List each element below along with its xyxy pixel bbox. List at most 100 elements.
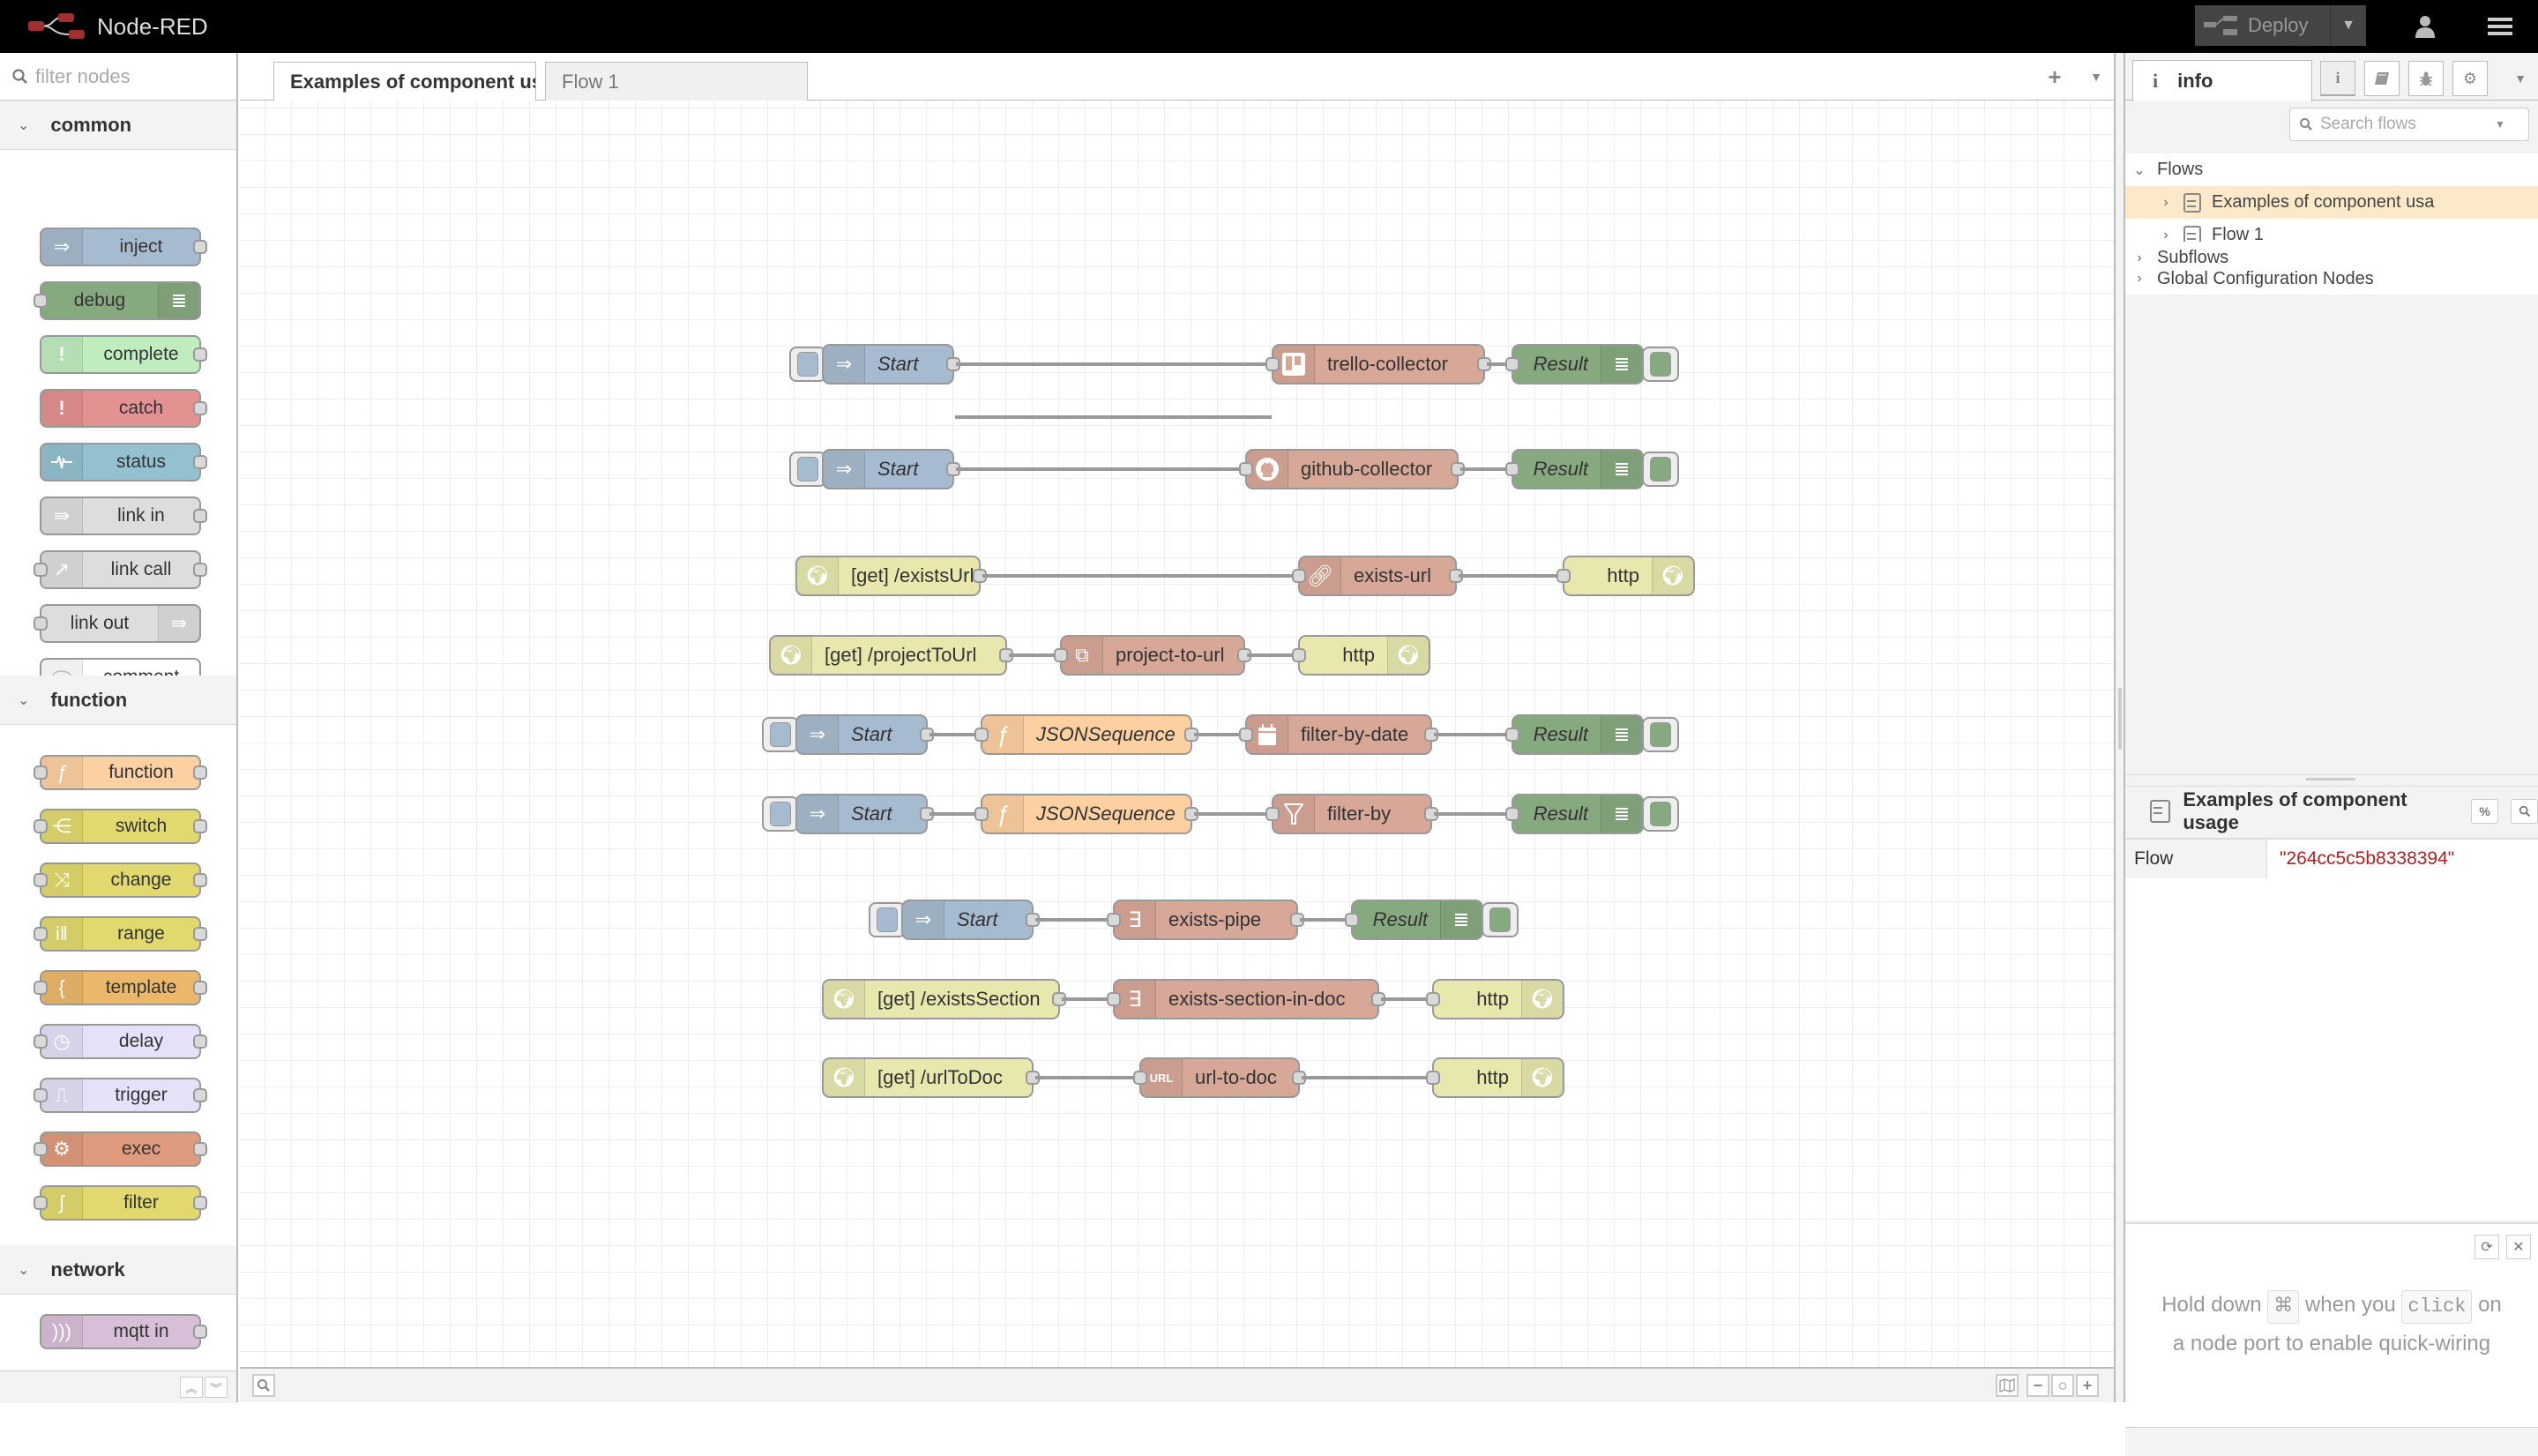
- sidebar-tab-info[interactable]: i info: [2132, 60, 2312, 101]
- inject-trigger-button[interactable]: [789, 452, 826, 487]
- input-port[interactable]: [1505, 807, 1519, 821]
- tree-item-flow[interactable]: › Examples of component usa: [2125, 186, 2538, 219]
- palette-node-switch[interactable]: ⋲ switch: [34, 809, 207, 844]
- tab-flow-1[interactable]: Flow 1: [545, 62, 808, 101]
- palette-node-template[interactable]: { template: [34, 970, 207, 1005]
- flow-node-result[interactable]: Result ≣: [1505, 714, 1644, 755]
- palette-node-trigger[interactable]: ⎍ trigger: [34, 1078, 207, 1113]
- palette-node-delay[interactable]: ◷ delay: [34, 1024, 207, 1059]
- search-flows-input[interactable]: [2318, 114, 2489, 135]
- palette-node-link-call[interactable]: ↗ link call: [34, 550, 207, 589]
- resize-grip[interactable]: [2306, 778, 2355, 780]
- navigator-map-icon[interactable]: [1996, 1374, 2019, 1397]
- flow-node-start[interactable]: ⇒ Start: [822, 344, 960, 385]
- palette-category-network[interactable]: ⌄ network: [0, 1245, 236, 1295]
- flow-node-start[interactable]: ⇒ Start: [901, 900, 1040, 940]
- zoom-in-icon[interactable]: +: [2076, 1374, 2099, 1397]
- flow-node-start[interactable]: ⇒ Start: [795, 714, 934, 755]
- input-port[interactable]: [1292, 569, 1306, 583]
- zoom-out-icon[interactable]: −: [2027, 1374, 2049, 1397]
- flow-node-result[interactable]: Result ≣: [1505, 449, 1644, 489]
- flow-node-http-in-urltodoc[interactable]: 🌍︎ [get] /urlToDoc: [822, 1057, 1040, 1098]
- palette-node-range[interactable]: i‖ range: [34, 916, 207, 952]
- chevron-right-icon[interactable]: ›: [2131, 271, 2148, 287]
- tab-examples-of-component-usage[interactable]: Examples of component usa: [273, 62, 536, 101]
- tree-item-flows[interactable]: ⌄ Flows: [2125, 153, 2538, 186]
- wire[interactable]: [1245, 415, 1272, 419]
- flow-node-start[interactable]: ⇒ Start: [795, 794, 934, 834]
- palette-node-change[interactable]: ⤨ change: [34, 862, 207, 898]
- debug-toggle-button[interactable]: [1642, 717, 1679, 752]
- flow-node-jsonsequence[interactable]: ƒ JSONSequence: [974, 714, 1198, 755]
- gear-icon[interactable]: ⚙: [2452, 61, 2488, 96]
- flow-node-project-to-url[interactable]: ⧉ project-to-url: [1054, 635, 1251, 676]
- chevron-down-icon[interactable]: ⌄: [2131, 161, 2148, 179]
- palette-node-exec[interactable]: ⚙ exec: [34, 1131, 207, 1167]
- input-port[interactable]: [1505, 728, 1519, 742]
- wire[interactable]: [982, 574, 1300, 578]
- wire[interactable]: [1434, 733, 1513, 736]
- palette-node-debug[interactable]: debug ≣: [34, 281, 201, 320]
- link-icon[interactable]: %: [2471, 799, 2499, 824]
- palette-category-function[interactable]: ⌄ function: [0, 676, 236, 725]
- tree-item-global-config[interactable]: › Global Configuration Nodes: [2125, 263, 2538, 295]
- chevron-right-icon[interactable]: ›: [2157, 195, 2175, 211]
- input-port[interactable]: [1505, 462, 1519, 476]
- add-flow-plus-icon[interactable]: +: [2039, 63, 2071, 90]
- input-port[interactable]: [974, 728, 989, 742]
- palette-filter-input[interactable]: [34, 63, 213, 89]
- main-menu-button[interactable]: [2478, 11, 2522, 42]
- flow-node-http-in-existssection[interactable]: 🌍︎ [get] /existsSection: [822, 979, 1066, 1019]
- input-port[interactable]: [1556, 569, 1571, 583]
- debug-bug-icon[interactable]: [2408, 61, 2444, 96]
- resize-grip[interactable]: [2118, 688, 2122, 750]
- input-port[interactable]: [1505, 357, 1519, 371]
- input-port[interactable]: [1239, 462, 1253, 476]
- flow-node-http-response[interactable]: http 🌍︎: [1292, 635, 1430, 676]
- refresh-icon[interactable]: ⟳: [2475, 1235, 2499, 1259]
- wire[interactable]: [1035, 1076, 1141, 1079]
- deploy-button[interactable]: Deploy ▼: [2195, 5, 2366, 46]
- palette-node-link-in[interactable]: ⇛ link in: [40, 497, 207, 535]
- wire[interactable]: [1194, 812, 1273, 816]
- input-port[interactable]: [1107, 992, 1121, 1006]
- wire[interactable]: [1035, 918, 1115, 922]
- inject-trigger-button[interactable]: [762, 717, 799, 752]
- input-port[interactable]: [1265, 357, 1280, 371]
- collapse-all-icon[interactable]: ︽: [180, 1377, 203, 1398]
- flow-node-result[interactable]: Result ≣: [1345, 900, 1483, 940]
- input-port[interactable]: [1345, 913, 1359, 927]
- flow-node-http-in-projecttourl[interactable]: 🌍︎ [get] /projectToUrl: [769, 635, 1013, 676]
- flow-node-http-response[interactable]: http 🌍︎: [1556, 556, 1695, 596]
- search-icon[interactable]: [252, 1374, 275, 1397]
- wire[interactable]: [1459, 574, 1564, 578]
- help-book-icon[interactable]: [2364, 61, 2400, 96]
- inject-trigger-button[interactable]: [789, 347, 826, 382]
- debug-toggle-button[interactable]: [1642, 796, 1679, 832]
- palette-node-status[interactable]: status: [40, 443, 207, 482]
- palette-node-filter[interactable]: ∫ filter: [34, 1185, 207, 1221]
- inject-trigger-button[interactable]: [869, 902, 906, 937]
- palette-node-function[interactable]: ƒ function: [34, 755, 207, 790]
- chevron-right-icon[interactable]: ›: [2157, 228, 2175, 243]
- flow-node-http-response[interactable]: http 🌍︎: [1426, 979, 1564, 1019]
- user-menu-button[interactable]: [2403, 11, 2447, 42]
- debug-toggle-button[interactable]: [1642, 452, 1679, 487]
- flow-node-http-response[interactable]: http 🌍︎: [1426, 1057, 1564, 1098]
- flow-node-filter-by[interactable]: filter-by: [1265, 794, 1438, 834]
- debug-toggle-button[interactable]: [1642, 347, 1679, 382]
- palette-node-catch[interactable]: ! catch: [40, 389, 207, 428]
- flow-node-url-to-doc[interactable]: URL url-to-doc: [1133, 1057, 1306, 1098]
- palette-node-link-out[interactable]: link out ⇛: [34, 604, 201, 643]
- input-port[interactable]: [1292, 648, 1306, 662]
- flow-node-trello-collector[interactable]: trello-collector: [1265, 344, 1491, 385]
- input-port[interactable]: [1426, 992, 1440, 1006]
- deploy-menu-caret-icon[interactable]: ▼: [2330, 5, 2366, 46]
- flow-node-start[interactable]: ⇒ Start: [822, 449, 960, 489]
- wire[interactable]: [1302, 1076, 1434, 1079]
- flow-node-exists-section-in-doc[interactable]: ∃ exists-section-in-doc: [1107, 979, 1385, 1019]
- input-port[interactable]: [1107, 913, 1121, 927]
- sidebar-resize-handle[interactable]: [2114, 53, 2125, 1402]
- info-icon[interactable]: i: [2320, 61, 2355, 96]
- wire[interactable]: [955, 415, 1268, 419]
